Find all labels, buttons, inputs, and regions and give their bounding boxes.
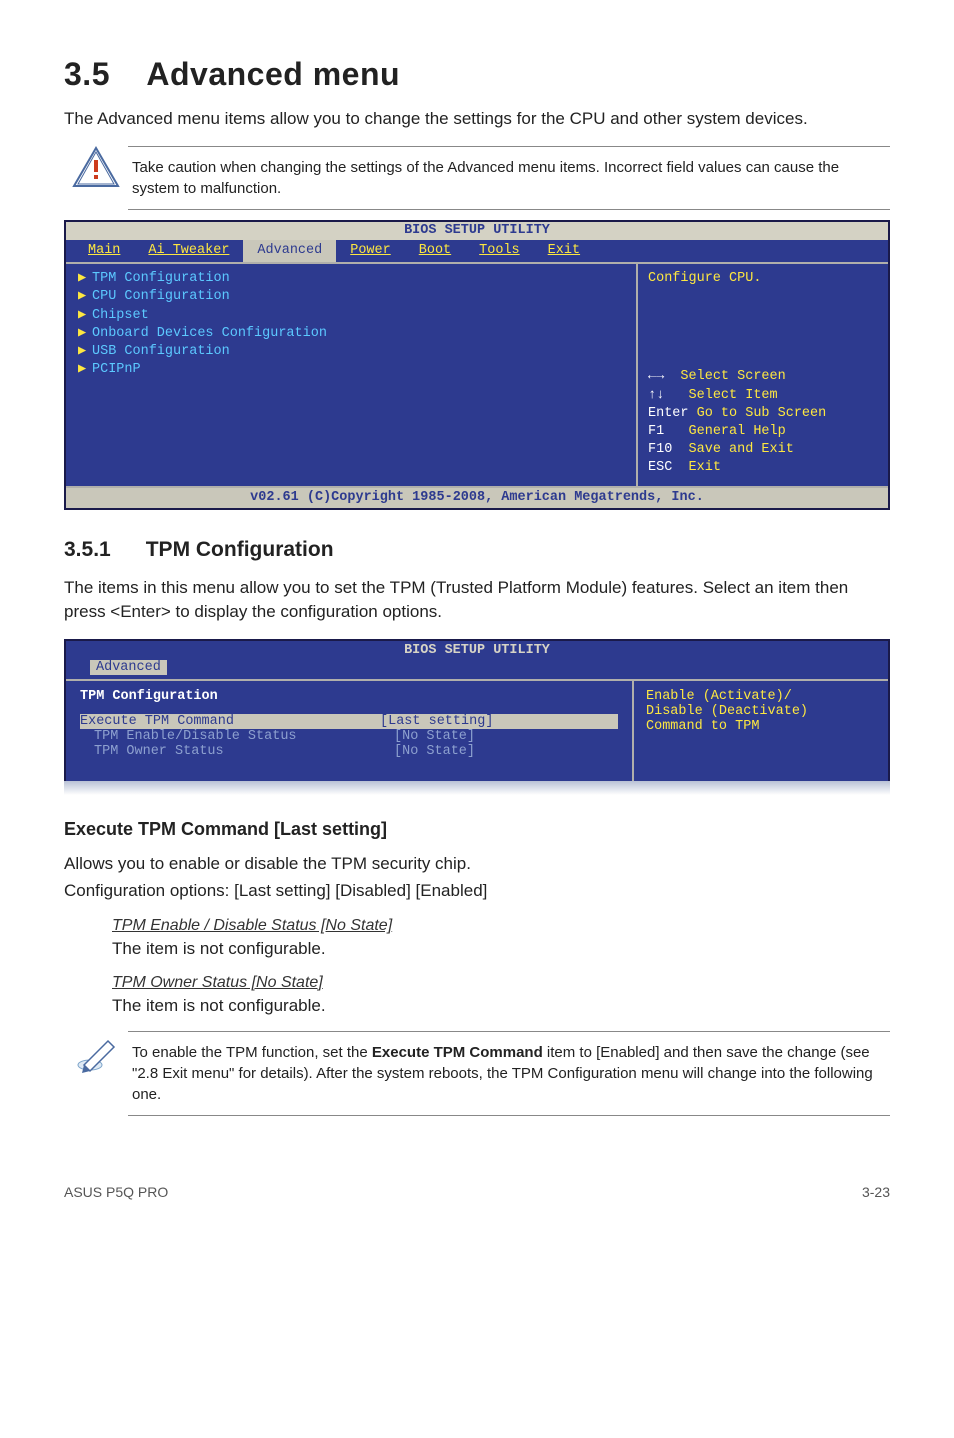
section-title: Advanced menu: [146, 56, 400, 92]
bios-menu-item: ▶PCIPnP: [78, 361, 624, 379]
sub-item-title: TPM Owner Status [No State]: [112, 974, 890, 992]
subsection-number: 3.5.1: [64, 538, 111, 561]
intro-text: The Advanced menu items allow you to cha…: [64, 107, 890, 132]
bios2-row-value: [No State]: [394, 744, 475, 759]
bios-menu-label: CPU Configuration: [92, 289, 230, 304]
warning-icon: [64, 146, 128, 190]
bios-menu-item: ▶USB Configuration: [78, 343, 624, 361]
bios-tab-ai-tweaker: Ai Tweaker: [134, 240, 243, 262]
page-footer: ASUS P5Q PRO 3-23: [64, 1184, 890, 1200]
footer-left: ASUS P5Q PRO: [64, 1184, 168, 1200]
bios-menu-item: ▶Onboard Devices Configuration: [78, 325, 624, 343]
bios-tpm-screenshot: BIOS SETUP UTILITY Advanced TPM Configur…: [64, 639, 890, 783]
bios-menu-item: ▶CPU Configuration: [78, 288, 624, 306]
bios-tab-tools: Tools: [465, 240, 534, 262]
bios-menu-label: Chipset: [92, 308, 149, 323]
bios-main-screenshot: BIOS SETUP UTILITY Main Ai Tweaker Advan…: [64, 220, 890, 510]
bios2-help-line: Disable (Deactivate): [646, 704, 876, 719]
bios2-row-label: TPM Owner Status: [80, 744, 394, 759]
exec-heading: Execute TPM Command [Last setting]: [64, 819, 890, 840]
bios2-left-pane: TPM Configuration Execute TPM Command [L…: [66, 681, 634, 781]
bios-menu-label: Onboard Devices Configuration: [92, 326, 327, 341]
pencil-icon: [64, 1031, 128, 1075]
bios2-fade: [64, 781, 890, 795]
subsection-title: TPM Configuration: [146, 538, 334, 561]
page-title: 3.5 Advanced menu: [64, 56, 890, 93]
note-pre: To enable the TPM function, set the: [132, 1044, 372, 1061]
bios2-row-value: [Last setting]: [380, 714, 493, 729]
bios-menu-label: PCIPnP: [92, 362, 141, 377]
bios2-help-pane: Enable (Activate)/ Disable (Deactivate) …: [634, 681, 888, 781]
bios2-row: TPM Owner Status [No State]: [80, 744, 618, 759]
bios2-help-line: Enable (Activate)/: [646, 689, 876, 704]
bios-tab-exit: Exit: [534, 240, 594, 262]
bios2-row: TPM Enable/Disable Status [No State]: [80, 729, 618, 744]
bios-footer: v02.61 (C)Copyright 1985-2008, American …: [66, 486, 888, 508]
bios2-tab-advanced: Advanced: [90, 660, 167, 675]
caution-note: Take caution when changing the settings …: [64, 146, 890, 210]
info-note: To enable the TPM function, set the Exec…: [64, 1031, 890, 1116]
sub-item-title: TPM Enable / Disable Status [No State]: [112, 917, 890, 935]
bios2-panel-header: TPM Configuration: [80, 689, 618, 704]
bios2-row-label: Execute TPM Command: [80, 714, 380, 729]
bios-tab-advanced: Advanced: [243, 240, 336, 262]
info-note-text: To enable the TPM function, set the Exec…: [128, 1031, 890, 1116]
subsection-intro: The items in this menu allow you to set …: [64, 576, 890, 625]
bios2-row-label: TPM Enable/Disable Status: [80, 729, 394, 744]
sub-item-block: TPM Enable / Disable Status [No State] T…: [112, 917, 890, 1018]
bios2-help-line: Command to TPM: [646, 719, 876, 734]
exec-desc-2: Configuration options: [Last setting] [D…: [64, 879, 890, 904]
bios-help-pane: Configure CPU. ←→ Select Screen ↑↓ Selec…: [638, 264, 888, 486]
bios-menu-item: ▶Chipset: [78, 307, 624, 325]
bios2-row-selected: Execute TPM Command [Last setting]: [80, 714, 618, 729]
bios-title: BIOS SETUP UTILITY: [66, 222, 888, 240]
note-bold: Execute TPM Command: [372, 1044, 543, 1061]
bios-menu-label: TPM Configuration: [92, 271, 230, 286]
bios-keyhelp: ←→ Select Screen ↑↓ Select Item Enter Go…: [648, 368, 878, 477]
section-number: 3.5: [64, 56, 110, 92]
footer-right: 3-23: [862, 1184, 890, 1200]
bios2-title: BIOS SETUP UTILITY: [66, 641, 888, 660]
bios-help-text: Configure CPU.: [648, 270, 878, 288]
sub-item-desc: The item is not configurable.: [112, 994, 890, 1019]
bios-tab-bar: Main Ai Tweaker Advanced Power Boot Tool…: [66, 240, 888, 262]
bios-menu-pane: ▶TPM Configuration ▶CPU Configuration ▶C…: [66, 264, 638, 486]
bios-tab-main: Main: [74, 240, 134, 262]
bios2-row-value: [No State]: [394, 729, 475, 744]
exec-desc-1: Allows you to enable or disable the TPM …: [64, 852, 890, 877]
bios-tab-power: Power: [336, 240, 405, 262]
bios-tab-boot: Boot: [405, 240, 465, 262]
bios-menu-item: ▶TPM Configuration: [78, 270, 624, 288]
sub-item-desc: The item is not configurable.: [112, 937, 890, 962]
bios-menu-label: USB Configuration: [92, 344, 230, 359]
subsection-heading: 3.5.1 TPM Configuration: [64, 538, 890, 562]
caution-text: Take caution when changing the settings …: [128, 146, 890, 210]
